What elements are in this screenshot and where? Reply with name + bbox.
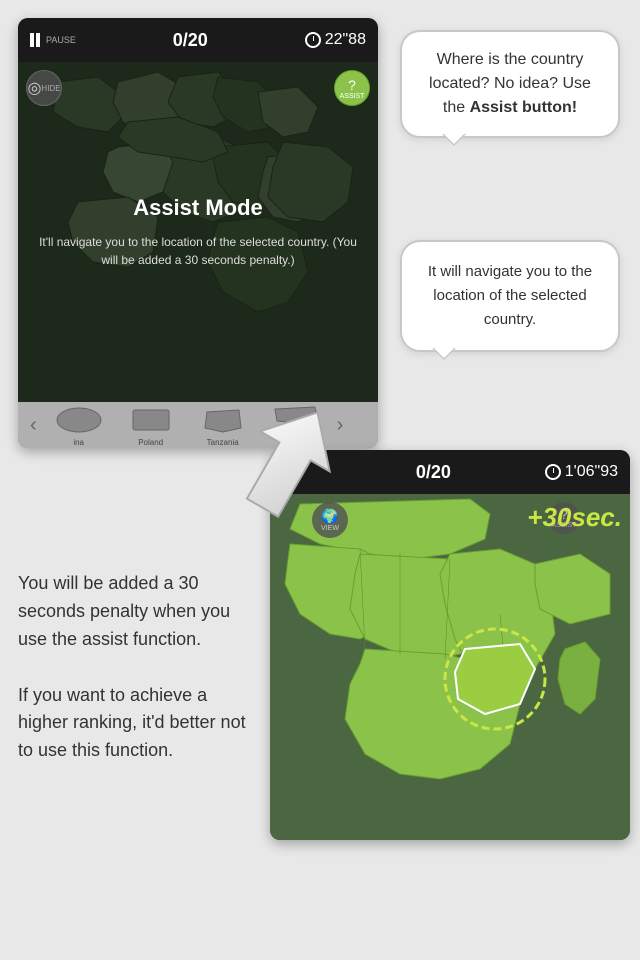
speech-bubble-2: It will navigate you to the location of … (400, 240, 620, 352)
assist-mode-desc: It'll navigate you to the location of th… (18, 233, 378, 269)
country-item-bottom-uae[interactable]: United Arab Emirates (483, 839, 541, 840)
timer-bottom: 1'06"93 (545, 463, 618, 481)
top-game-panel: PAUSE 0/20 22"88 (18, 18, 378, 448)
clock-icon (305, 32, 321, 48)
score-bottom: 0/20 (416, 462, 451, 483)
assist-mode-title: Assist Mode (133, 195, 263, 221)
timer-top: 22"88 (305, 31, 366, 49)
connecting-arrow (230, 400, 350, 520)
assist-mode-overlay: Assist Mode It'll navigate you to the lo… (18, 62, 378, 402)
penalty-text: +30sec. (527, 502, 622, 533)
country-item-poland[interactable]: Poland (117, 404, 185, 447)
pause-button[interactable]: PAUSE (30, 33, 76, 47)
strip-arrow-left-top[interactable]: ‹ (26, 414, 41, 437)
pause-label: PAUSE (46, 35, 76, 45)
africa-map-svg (270, 494, 630, 840)
bubble1-text: Where is the country located? No idea? U… (429, 51, 591, 116)
assist-button-top[interactable]: ? ASSIST (334, 70, 370, 106)
map-area-top: Assist Mode It'll navigate you to the lo… (18, 62, 378, 402)
speech-bubble-1: Where is the country located? No idea? U… (400, 30, 620, 138)
ranking-paragraph: If you want to achieve a higher ranking,… (18, 682, 258, 766)
score-top: 0/20 (173, 30, 208, 51)
bubble2-text: It will navigate you to the location of … (428, 263, 592, 328)
country-item-ina[interactable]: ina (45, 404, 113, 447)
hide-button[interactable]: ◎ HIDE (26, 70, 62, 106)
clock-icon-bottom (545, 464, 561, 480)
left-text-area: You will be added a 30 seconds penalty w… (18, 570, 258, 765)
game-header-top: PAUSE 0/20 22"88 (18, 18, 378, 62)
map-area-bottom: 🌍 VIEW ? ASSIST +30sec. (270, 494, 630, 840)
penalty-paragraph: You will be added a 30 seconds penalty w… (18, 570, 258, 654)
